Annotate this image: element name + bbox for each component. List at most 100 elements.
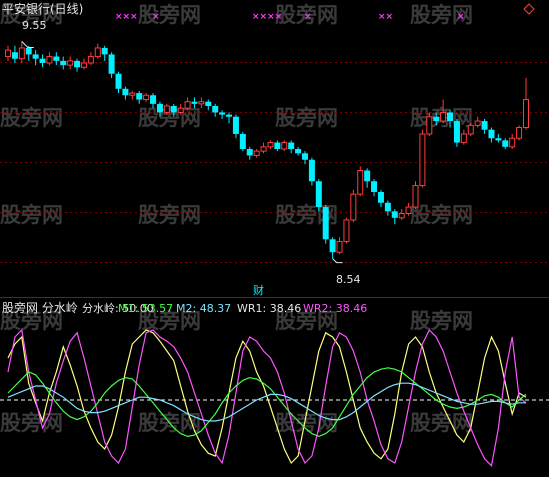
candle[interactable]	[460, 129, 467, 145]
candle-body	[18, 47, 25, 60]
candle[interactable]	[25, 45, 32, 61]
candle[interactable]	[371, 179, 378, 197]
candle[interactable]	[246, 146, 253, 160]
candle[interactable]	[46, 52, 53, 66]
candle[interactable]	[336, 237, 343, 255]
candle[interactable]	[60, 56, 67, 70]
candle-body	[453, 121, 460, 143]
candle[interactable]	[274, 140, 281, 152]
signal-marker: ××	[378, 12, 393, 22]
candle[interactable]	[502, 138, 509, 149]
candle[interactable]	[67, 56, 74, 70]
candle[interactable]	[184, 97, 191, 111]
candle[interactable]	[523, 78, 529, 130]
candle[interactable]	[267, 140, 274, 149]
signal-marker: ×	[152, 12, 160, 22]
candle-body	[253, 150, 260, 156]
candle-body	[11, 52, 18, 59]
candle[interactable]	[474, 116, 481, 128]
candle[interactable]	[226, 112, 233, 124]
candle-body	[177, 107, 184, 113]
candle[interactable]	[412, 181, 419, 210]
candle[interactable]	[5, 45, 11, 61]
candle[interactable]	[308, 157, 315, 186]
candle[interactable]	[509, 133, 516, 149]
candle[interactable]	[122, 86, 129, 100]
candle-body	[226, 114, 233, 117]
candle[interactable]	[364, 168, 371, 188]
candle[interactable]	[322, 204, 329, 244]
candle-body	[336, 240, 343, 253]
candle[interactable]	[295, 146, 302, 156]
candle-body	[46, 56, 53, 64]
candle[interactable]	[377, 189, 384, 208]
candle[interactable]	[315, 179, 322, 212]
candle[interactable]	[219, 110, 226, 119]
candle[interactable]	[391, 209, 398, 225]
candle[interactable]	[350, 189, 357, 223]
candle[interactable]	[18, 41, 25, 64]
candle-body	[198, 101, 205, 105]
candle[interactable]	[115, 71, 122, 94]
candle[interactable]	[481, 118, 488, 134]
candle[interactable]	[11, 45, 18, 63]
candle[interactable]	[53, 52, 60, 66]
candle[interactable]	[281, 140, 288, 152]
candle-body	[94, 47, 101, 58]
candle-body	[295, 149, 302, 154]
candle[interactable]	[419, 129, 426, 188]
candle[interactable]	[384, 200, 391, 216]
candle[interactable]	[232, 114, 239, 139]
candle[interactable]	[288, 140, 295, 154]
candle[interactable]	[205, 99, 212, 111]
candle-body	[440, 111, 447, 122]
candle[interactable]	[87, 52, 94, 66]
event-marker-label[interactable]: 财	[253, 283, 264, 297]
candle[interactable]	[108, 52, 115, 79]
candle[interactable]	[212, 103, 219, 117]
series-wr1-line[interactable]	[7, 329, 527, 465]
legend-m2: M2: 48.37	[176, 302, 231, 315]
candle-body	[523, 99, 529, 129]
candle[interactable]	[74, 58, 81, 72]
watermark-text: 股旁网	[410, 309, 473, 333]
signal-marker: ×	[304, 12, 312, 22]
candle-body	[343, 219, 350, 242]
candle-body	[60, 60, 67, 66]
candle[interactable]	[329, 237, 336, 259]
candle[interactable]	[398, 209, 405, 220]
candle-body	[516, 127, 523, 139]
candle[interactable]	[32, 50, 39, 66]
candle-body	[447, 112, 454, 122]
candle[interactable]	[143, 93, 150, 102]
candle-body	[205, 101, 212, 106]
candle[interactable]	[129, 90, 136, 100]
candle-body	[39, 58, 46, 63]
candle[interactable]	[80, 58, 87, 70]
candle[interactable]	[136, 90, 143, 104]
candle-body	[191, 101, 198, 104]
candle[interactable]	[94, 43, 101, 59]
indicator-lines[interactable]	[0, 328, 549, 468]
candle-body	[32, 54, 39, 59]
candle[interactable]	[253, 149, 260, 158]
candle[interactable]	[39, 54, 46, 68]
candle[interactable]	[343, 217, 350, 244]
candlestick-series[interactable]	[5, 41, 529, 264]
candle[interactable]	[357, 166, 364, 197]
candle[interactable]	[488, 127, 495, 143]
candle[interactable]	[516, 125, 523, 141]
candle-body	[143, 94, 150, 101]
candle[interactable]	[239, 131, 246, 152]
candle[interactable]	[495, 133, 502, 143]
candle[interactable]	[467, 123, 474, 137]
candle[interactable]	[453, 118, 460, 147]
candle[interactable]	[301, 151, 308, 165]
candle[interactable]	[101, 45, 108, 61]
candle-body	[509, 137, 516, 148]
diamond-indicator-icon[interactable]	[523, 3, 535, 15]
candle-body	[357, 170, 364, 195]
lower-panel-legend: 股旁网 分水岭 分水岭: 50.00 M1: 53.57 M2: 48.37 W…	[2, 300, 367, 315]
candle-body	[419, 133, 426, 187]
candle[interactable]	[260, 142, 267, 154]
